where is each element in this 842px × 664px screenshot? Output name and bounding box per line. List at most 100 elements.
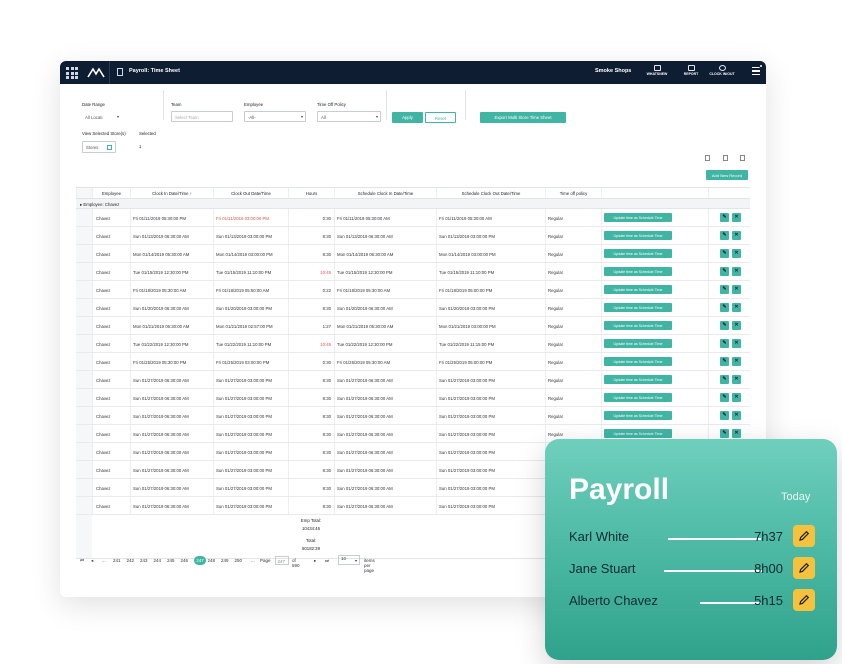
page-number[interactable]: 243 xyxy=(140,558,148,563)
update-schedule-time-button[interactable]: Update time as Schedule Time xyxy=(604,411,672,420)
update-schedule-time-button[interactable]: Update time as Schedule Time xyxy=(604,213,672,222)
update-schedule-time-button[interactable]: Update time as Schedule Time xyxy=(604,375,672,384)
employee-select[interactable]: -All- xyxy=(244,111,306,122)
update-schedule-time-button[interactable]: Update time as Schedule Time xyxy=(604,267,672,276)
time-off-policy-select[interactable]: All xyxy=(317,111,381,122)
update-schedule-time-button[interactable]: Update time as Schedule Time xyxy=(604,249,672,258)
col-hours[interactable]: Hours xyxy=(288,188,334,198)
edit-row-button[interactable]: ✎ xyxy=(720,411,729,420)
update-schedule-time-button[interactable]: Update time as Schedule Time xyxy=(604,339,672,348)
col-employee[interactable]: Employee xyxy=(92,188,130,198)
add-new-record-button[interactable]: Add New Record xyxy=(706,170,748,180)
delete-row-button[interactable]: ✕ xyxy=(732,321,741,330)
delete-row-button[interactable]: ✕ xyxy=(732,231,741,240)
page-number[interactable]: 244 xyxy=(154,558,162,563)
table-row[interactable]: Chavez Sun 01/27/2019 06:30:00 AM Sun 01/2… xyxy=(76,407,750,425)
table-row[interactable]: Chavez Fri 01/18/2019 05:30:00 AM Fri 01/1… xyxy=(76,281,750,299)
export-multi-store-button[interactable]: Export Multi Store Time Sheet xyxy=(480,112,566,123)
table-row[interactable]: Chavez Sun 01/13/2019 06:30:00 AM Sun 01/1… xyxy=(76,227,750,245)
page-size-select[interactable]: 10 ▾ xyxy=(338,555,360,565)
pager-ellipsis-end[interactable]: ... xyxy=(251,558,255,563)
update-schedule-time-button[interactable]: Update time as Schedule Time xyxy=(604,393,672,402)
page-number[interactable]: 241 xyxy=(113,558,121,563)
edit-row-button[interactable]: ✎ xyxy=(720,249,729,258)
excel-icon[interactable] xyxy=(740,155,745,161)
team-input[interactable]: Select Team xyxy=(171,111,233,122)
page-number[interactable]: 247 xyxy=(194,556,206,565)
edit-row-button[interactable]: ✎ xyxy=(720,321,729,330)
col-schedule-clock-in[interactable]: Schedule Clock In Date/Time xyxy=(334,188,436,198)
last-page-icon[interactable]: ⏭ xyxy=(325,558,329,563)
update-schedule-time-button[interactable]: Update time as Schedule Time xyxy=(604,303,672,312)
page-input[interactable]: 247 xyxy=(275,556,289,565)
delete-row-button[interactable]: ✕ xyxy=(732,339,741,348)
edit-row-button[interactable]: ✎ xyxy=(720,303,729,312)
table-row[interactable]: Chavez Sun 01/27/2019 06:30:00 AM Sun 01/2… xyxy=(76,371,750,389)
edit-row-button[interactable]: ✎ xyxy=(720,357,729,366)
delete-row-button[interactable]: ✕ xyxy=(732,303,741,312)
edit-entry-button[interactable] xyxy=(793,589,815,611)
col-clock-in[interactable]: Clock In Date/Time ↑ xyxy=(130,188,213,198)
edit-row-button[interactable]: ✎ xyxy=(720,231,729,240)
cell-hours: 8:30 xyxy=(288,389,334,406)
page-number[interactable]: 245 xyxy=(167,558,175,563)
delete-row-button[interactable]: ✕ xyxy=(732,285,741,294)
delete-row-button[interactable]: ✕ xyxy=(732,393,741,402)
brand-logo[interactable] xyxy=(87,67,105,78)
edit-row-button[interactable]: ✎ xyxy=(720,285,729,294)
table-row[interactable]: Chavez Tue 01/22/2019 12:30:00 PM Tue 01/2… xyxy=(76,335,750,353)
edit-entry-button[interactable] xyxy=(793,557,815,579)
delete-row-button[interactable]: ✕ xyxy=(732,375,741,384)
delete-row-button[interactable]: ✕ xyxy=(732,357,741,366)
page-number[interactable]: 249 xyxy=(221,558,229,563)
table-row[interactable]: Chavez Fri 01/25/2019 05:30:00 PM Fri 01/2… xyxy=(76,353,750,371)
update-schedule-time-button[interactable]: Update time as Schedule Time xyxy=(604,231,672,240)
table-row[interactable]: Chavez Mon 01/14/2019 05:30:00 AM Mon 01/1… xyxy=(76,245,750,263)
page-number[interactable]: 250 xyxy=(235,558,243,563)
date-range-select[interactable]: All Locati xyxy=(82,111,122,122)
nav-clock-in-out[interactable]: CLOCK IN/OUT xyxy=(705,64,739,82)
col-clock-out[interactable]: Clock Out Date/Time xyxy=(213,188,288,198)
edit-row-button[interactable]: ✎ xyxy=(720,429,729,438)
col-schedule-clock-out[interactable]: Schedule Clock Out Date/Time xyxy=(436,188,545,198)
group-row-employee[interactable]: ▸ Employee: Chavez xyxy=(76,199,750,209)
hamburger-menu-icon[interactable] xyxy=(748,64,763,80)
edit-row-button[interactable]: ✎ xyxy=(720,375,729,384)
table-row[interactable]: Chavez Sun 01/27/2019 06:30:00 AM Sun 01/2… xyxy=(76,389,750,407)
nav-whatsnew[interactable]: WHATSNEW xyxy=(640,64,674,82)
delete-row-button[interactable]: ✕ xyxy=(732,429,741,438)
nav-report[interactable]: REPORT xyxy=(674,64,708,82)
print-icon[interactable] xyxy=(705,155,710,161)
delete-row-button[interactable]: ✕ xyxy=(732,249,741,258)
edit-row-button[interactable]: ✎ xyxy=(720,339,729,348)
pager-ellipsis[interactable]: ... xyxy=(102,558,106,563)
prev-page-icon[interactable]: ◂ xyxy=(91,558,93,564)
edit-row-button[interactable]: ✎ xyxy=(720,213,729,222)
page-number[interactable]: 242 xyxy=(127,558,135,563)
delete-row-button[interactable]: ✕ xyxy=(732,411,741,420)
update-schedule-time-button[interactable]: Update time as Schedule Time xyxy=(604,429,672,438)
pdf-icon[interactable] xyxy=(723,155,728,161)
table-row[interactable]: Chavez Mon 01/21/2019 06:30:00 AM Mon 01/2… xyxy=(76,317,750,335)
table-row[interactable]: Chavez Sun 01/20/2019 06:30:00 AM Sun 01/2… xyxy=(76,299,750,317)
apps-grid-icon[interactable] xyxy=(64,65,79,80)
update-schedule-time-button[interactable]: Update time as Schedule Time xyxy=(604,357,672,366)
update-schedule-time-button[interactable]: Update time as Schedule Time xyxy=(604,285,672,294)
edit-entry-button[interactable] xyxy=(793,525,815,547)
page-number[interactable]: 248 xyxy=(208,558,216,563)
update-schedule-time-button[interactable]: Update time as Schedule Time xyxy=(604,321,672,330)
first-page-icon[interactable]: ⏮ xyxy=(80,558,84,563)
table-row[interactable]: Chavez Tue 01/15/2019 12:30:00 PM Tue 01/1… xyxy=(76,263,750,281)
delete-row-button[interactable]: ✕ xyxy=(732,213,741,222)
edit-row-button[interactable]: ✎ xyxy=(720,267,729,276)
reset-button[interactable]: Reset xyxy=(425,112,456,123)
col-time-off-policy[interactable]: Time off policy xyxy=(545,188,601,198)
delete-row-button[interactable]: ✕ xyxy=(732,267,741,276)
edit-row-button[interactable]: ✎ xyxy=(720,393,729,402)
table-row[interactable]: Chavez Fri 01/11/2019 05:30:00 PM Fri 01/1… xyxy=(76,209,750,227)
store-selector[interactable]: Smoke Shops xyxy=(595,68,631,74)
page-number[interactable]: 246 xyxy=(181,558,189,563)
next-page-icon[interactable]: ▸ xyxy=(314,558,316,564)
stores-button[interactable]: Stores xyxy=(82,141,116,153)
apply-button[interactable]: Apply xyxy=(392,112,423,123)
